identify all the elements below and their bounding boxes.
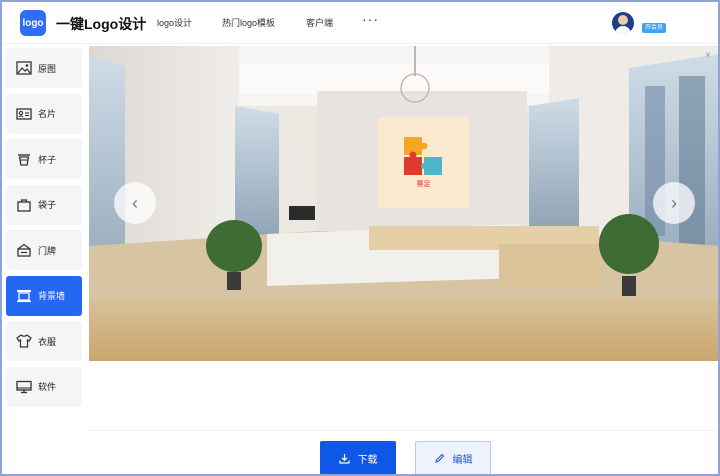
card-icon — [16, 107, 32, 121]
wall-icon — [16, 289, 32, 303]
pencil-icon — [434, 453, 444, 463]
edit-button[interactable]: 编辑 — [415, 441, 491, 474]
sidebar-item-clothes[interactable]: 衣服 — [6, 321, 82, 361]
image-icon — [16, 61, 32, 75]
monitor-icon — [16, 380, 32, 394]
bag-icon — [16, 198, 32, 212]
sidebar-item-label: 门牌 — [38, 245, 57, 256]
sidebar-item-label: 衣服 — [38, 336, 57, 347]
sign-icon — [16, 243, 32, 257]
mockup-sidebar: 原图 名片 杯子 袋子 门牌 背景墙 衣服 软件 — [6, 48, 82, 407]
brand-title[interactable]: 一键Logo设计 — [56, 14, 146, 34]
cup-icon — [16, 152, 32, 166]
avatar[interactable] — [612, 12, 634, 34]
download-button[interactable]: 下载 — [320, 441, 396, 474]
edit-label: 编辑 — [452, 454, 473, 466]
sidebar-item-label: 名片 — [38, 109, 57, 119]
nav-client[interactable]: 客户端 — [306, 16, 333, 29]
top-header: logo 一键Logo设计 logo设计 热门logo模板 客户端 ··· 开会… — [2, 2, 718, 44]
shirt-icon — [16, 334, 32, 348]
sidebar-item-label: 杯子 — [38, 154, 57, 165]
more-menu-icon[interactable]: ··· — [362, 11, 379, 27]
sidebar-item-label: 背景墙 — [38, 291, 66, 301]
previous-slide-button[interactable]: ‹ — [114, 182, 156, 224]
sidebar-item-background-wall[interactable]: 背景墙 — [6, 275, 82, 316]
sidebar-item-label: 软件 — [38, 382, 57, 392]
sidebar-item-software[interactable]: 软件 — [6, 366, 82, 407]
next-slide-button[interactable]: › — [653, 182, 695, 224]
sidebar-item-original[interactable]: 原图 — [6, 48, 82, 88]
logo-brand-text: 赛足 — [416, 181, 431, 188]
sidebar-item-label: 原图 — [38, 63, 57, 74]
download-label: 下载 — [357, 454, 378, 466]
sidebar-item-cup[interactable]: 杯子 — [6, 139, 82, 179]
close-icon[interactable]: × — [705, 50, 711, 61]
nav-hot-templates[interactable]: 热门logo模板 — [222, 16, 275, 29]
wall-logo-panel — [378, 117, 469, 208]
member-badge[interactable]: 开会员 — [642, 23, 667, 33]
divider — [89, 430, 718, 431]
sidebar-item-card[interactable]: 名片 — [6, 93, 82, 134]
puzzle-logo-icon — [404, 137, 442, 175]
app-window: logo 一键Logo设计 logo设计 热门logo模板 客户端 ··· 开会… — [0, 0, 720, 476]
sidebar-item-label: 袋子 — [38, 200, 57, 210]
sidebar-item-bag[interactable]: 袋子 — [6, 184, 82, 225]
download-icon — [338, 453, 350, 464]
app-logo-icon[interactable]: logo — [20, 10, 46, 36]
sidebar-item-sign[interactable]: 门牌 — [6, 230, 82, 270]
nav-logo-design[interactable]: logo设计 — [157, 16, 192, 29]
